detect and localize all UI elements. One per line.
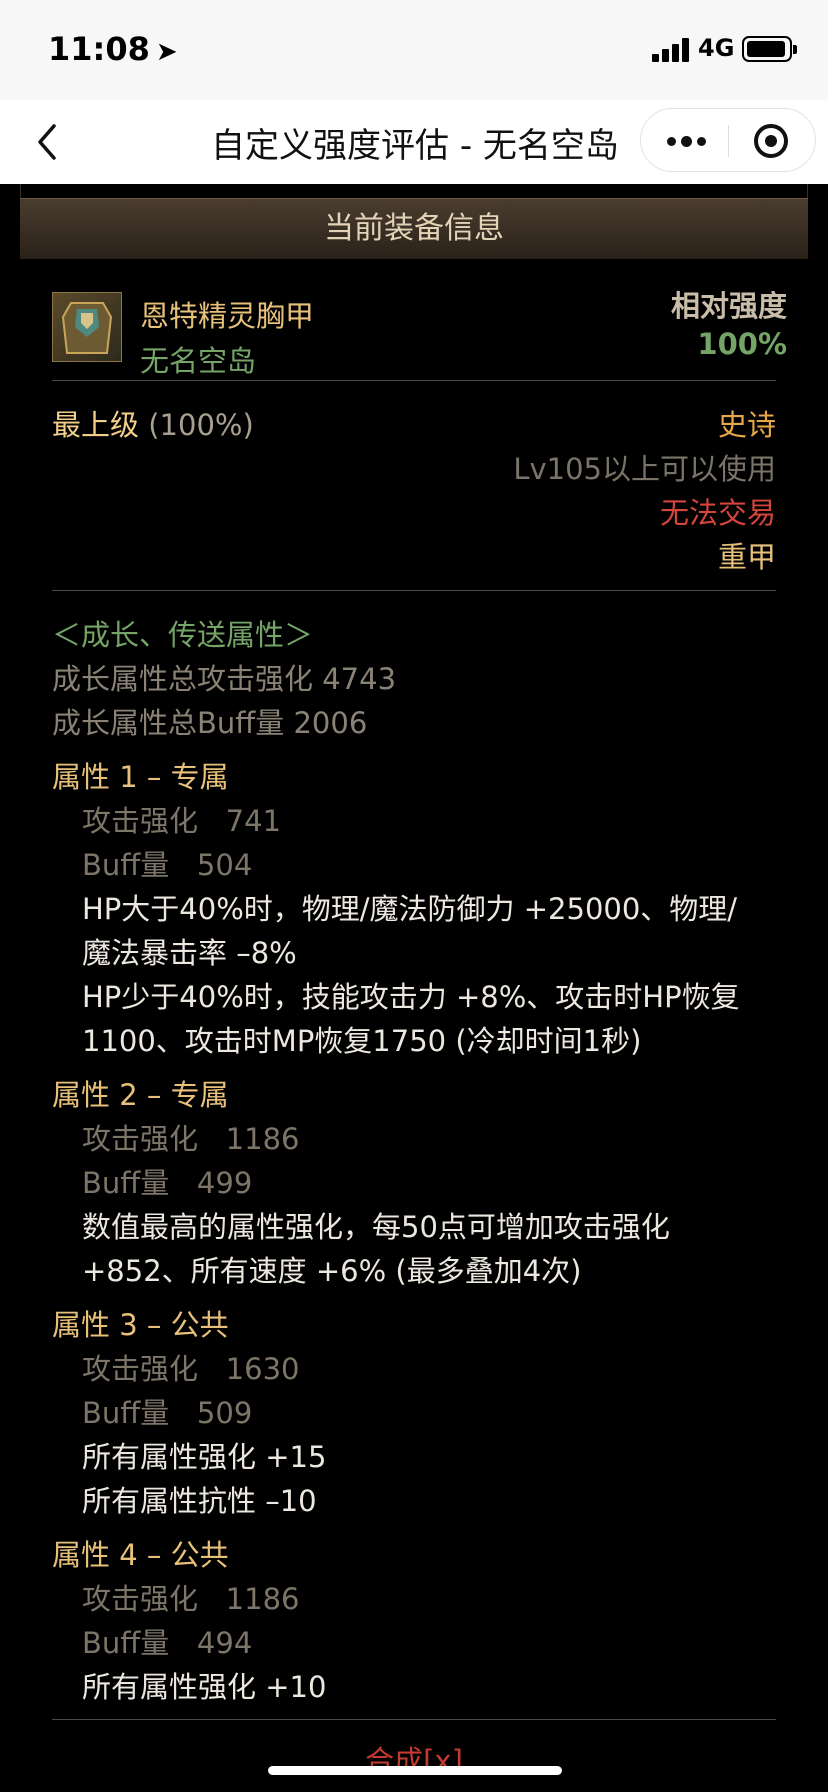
armor-type: 重甲	[717, 540, 776, 574]
attribute-title: 属性 1 – 专属	[52, 760, 229, 794]
item-server: 无名空岛	[140, 344, 257, 378]
page-title: 自定义强度评估 - 无名空岛	[211, 126, 619, 166]
location-arrow-icon: ➤	[155, 37, 178, 67]
signal-icon	[652, 38, 692, 62]
home-indicator	[268, 1766, 562, 1775]
mini-program-capsule	[640, 108, 816, 172]
close-miniprogram-icon[interactable]	[754, 124, 788, 158]
strength-label: 相对强度	[670, 289, 787, 323]
divider	[52, 590, 776, 591]
attribute-effect: 所有属性强化 +15	[82, 1440, 327, 1474]
growth-total-buff: 成长属性总Buff量 2006	[52, 706, 368, 740]
status-time: 11:08 ➤	[48, 30, 178, 68]
strength-value: 100%	[697, 327, 787, 361]
back-button[interactable]	[30, 120, 70, 164]
armor-icon	[52, 292, 122, 362]
attribute-effect: 1100、攻击时MP恢复1750 (冷却时间1秒)	[82, 1024, 642, 1058]
attribute-buff: Buff量 499	[82, 1166, 253, 1200]
attribute-title: 属性 2 – 专属	[52, 1078, 229, 1112]
attribute-atk: 攻击强化 741	[82, 804, 282, 838]
trade-status: 无法交易	[659, 496, 776, 530]
status-bar: 11:08 ➤ 4G	[0, 0, 828, 100]
attribute-title: 属性 3 – 公共	[52, 1308, 229, 1342]
attribute-title: 属性 4 – 公共	[52, 1538, 229, 1572]
attribute-effect: 数值最高的属性强化，每50点可增加攻击强化	[82, 1210, 670, 1244]
growth-total-atk: 成长属性总攻击强化 4743	[52, 662, 397, 696]
grade-label: 最上级	[52, 408, 140, 442]
attribute-effect: HP大于40%时，物理/魔法防御力 +25000、物理/	[82, 892, 738, 926]
level-requirement: Lv105以上可以使用	[513, 452, 776, 486]
nav-bar: 自定义强度评估 - 无名空岛	[0, 100, 828, 184]
rarity: 史诗	[717, 408, 776, 442]
attribute-effect: 魔法暴击率 –8%	[82, 936, 297, 970]
attribute-effect: 所有属性抗性 –10	[82, 1484, 317, 1518]
growth-header: ＜成长、传送属性＞	[52, 618, 314, 652]
grade: 最上级 (100%)	[52, 402, 254, 444]
network-type: 4G	[698, 34, 735, 62]
attribute-atk: 攻击强化 1186	[82, 1122, 300, 1156]
attribute-atk: 攻击强化 1186	[82, 1582, 300, 1616]
attribute-atk: 攻击强化 1630	[82, 1352, 300, 1386]
battery-icon	[742, 36, 797, 62]
section-header: 当前装备信息	[20, 198, 808, 259]
more-icon[interactable]	[665, 127, 709, 155]
chevron-left-icon	[38, 124, 56, 160]
attribute-effect: HP少于40%时，技能攻击力 +8%、攻击时HP恢复	[82, 980, 740, 1014]
divider	[52, 1719, 776, 1720]
item-name: 恩特精灵胸甲	[140, 299, 315, 333]
attribute-buff: Buff量 504	[82, 848, 253, 882]
attribute-effect: +852、所有速度 +6% (最多叠加4次)	[82, 1254, 582, 1288]
time-text: 11:08	[48, 30, 150, 68]
attribute-effect: 所有属性强化 +10	[82, 1670, 327, 1704]
grade-percent: (100%)	[148, 408, 254, 442]
divider	[52, 380, 776, 381]
attribute-buff: Buff量 494	[82, 1626, 253, 1660]
attribute-buff: Buff量 509	[82, 1396, 253, 1430]
